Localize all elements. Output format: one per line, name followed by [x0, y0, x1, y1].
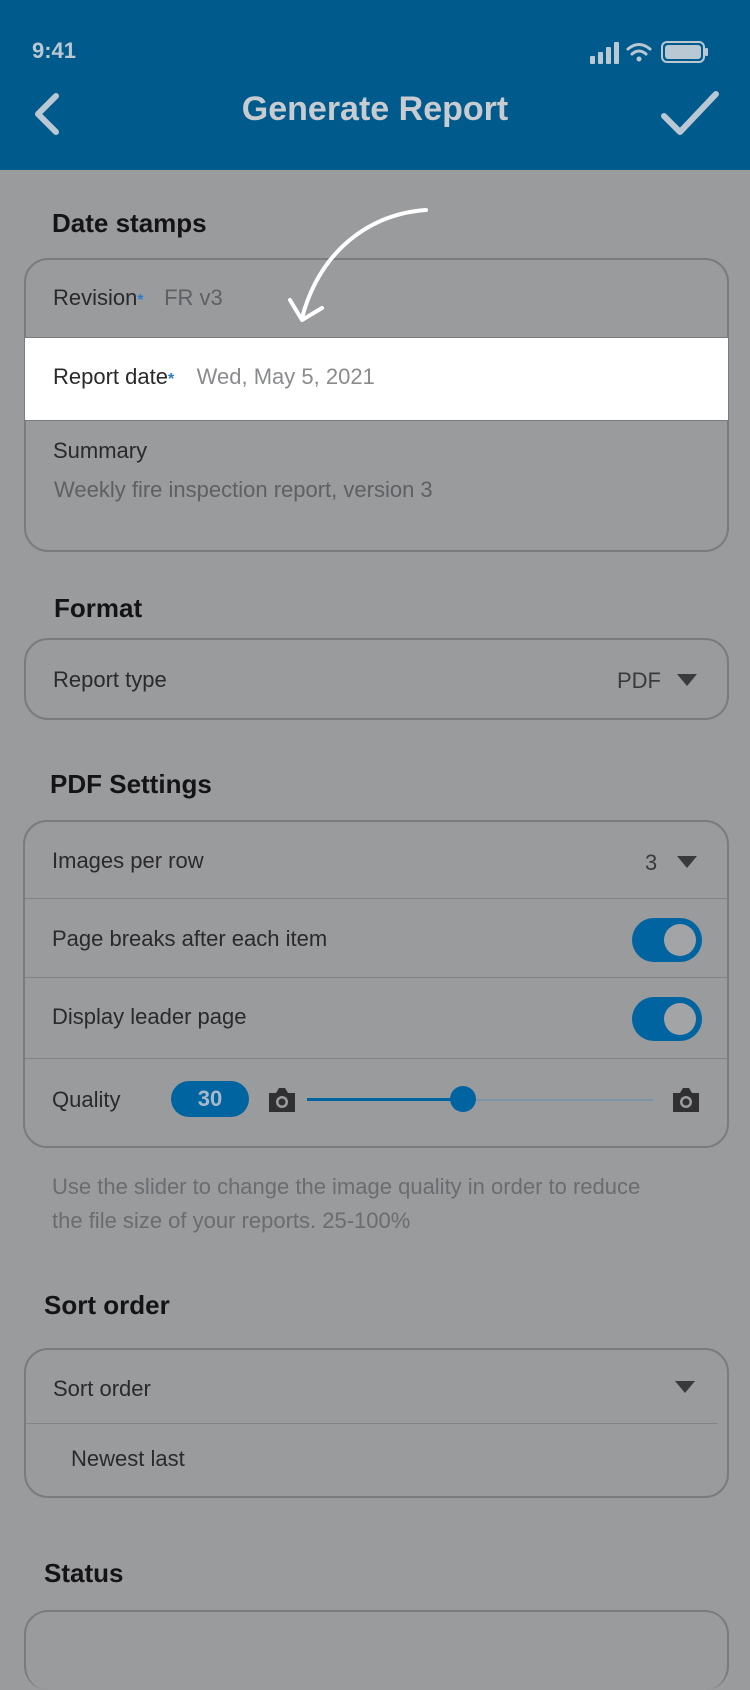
images-per-row-value[interactable]: 3 [645, 850, 657, 876]
section-title-date-stamps: Date stamps [52, 208, 207, 238]
app-header [0, 0, 750, 170]
sort-order-label[interactable]: Sort order [53, 1376, 151, 1402]
toggle-knob [664, 1003, 696, 1035]
quality-helper-line-2: the file size of your reports. 25-100% [52, 1208, 411, 1233]
signal-icon [590, 42, 619, 64]
section-title-pdf-settings: PDF Settings [50, 769, 212, 799]
checkmark-icon[interactable] [660, 90, 720, 138]
page-title: Generate Report [241, 90, 509, 128]
quality-value-badge: 30 [171, 1081, 249, 1117]
caret-down-icon[interactable] [675, 1381, 695, 1393]
required-marker: * [137, 292, 144, 309]
report-type-label: Report type [53, 667, 167, 692]
divider [25, 977, 728, 978]
wifi-icon [626, 43, 652, 62]
leader-page-toggle[interactable] [632, 997, 702, 1041]
summary-label: Summary [53, 438, 148, 463]
divider [25, 1058, 728, 1059]
report-date-field[interactable]: Report date* Wed, May 5, 2021 [53, 364, 375, 390]
required-marker: * [167, 371, 175, 388]
leader-page-label: Display leader page [52, 1004, 247, 1029]
caret-down-icon[interactable] [677, 856, 697, 868]
toggle-knob [664, 924, 696, 956]
report-type-value: PDF [617, 668, 661, 693]
section-title-format: Format [54, 593, 143, 623]
quality-slider-fill [307, 1098, 464, 1101]
page-breaks-toggle[interactable] [632, 918, 702, 962]
quality-label: Quality [52, 1087, 121, 1112]
report-date-value: Wed, May 5, 2021 [196, 364, 375, 389]
status-card [24, 1610, 729, 1690]
annotation-arrow-icon [288, 208, 428, 322]
quality-helper-line-1: Use the slider to change the image quali… [52, 1174, 641, 1199]
status-icons [590, 41, 708, 64]
caret-down-icon [677, 674, 697, 686]
status-time: 9:41 [32, 38, 77, 63]
page-breaks-label: Page breaks after each item [52, 926, 328, 951]
section-title-status: Status [44, 1558, 124, 1588]
divider [25, 1423, 718, 1424]
revision-label: Revision [53, 285, 138, 310]
report-date-label: Report date [53, 364, 168, 389]
quality-slider-thumb[interactable] [450, 1086, 477, 1112]
section-title-sort-order: Sort order [44, 1290, 170, 1320]
battery-icon [661, 41, 708, 63]
summary-value[interactable]: Weekly fire inspection report, version 3 [54, 477, 433, 503]
sort-order-option[interactable]: Newest last [71, 1446, 185, 1472]
revision-row[interactable]: Revision* FR v3 [53, 285, 223, 311]
camera-icon [673, 1088, 699, 1112]
divider [25, 898, 728, 899]
images-per-row-label: Images per row [52, 848, 204, 873]
camera-icon [269, 1088, 295, 1112]
revision-value: FR v3 [164, 285, 223, 310]
